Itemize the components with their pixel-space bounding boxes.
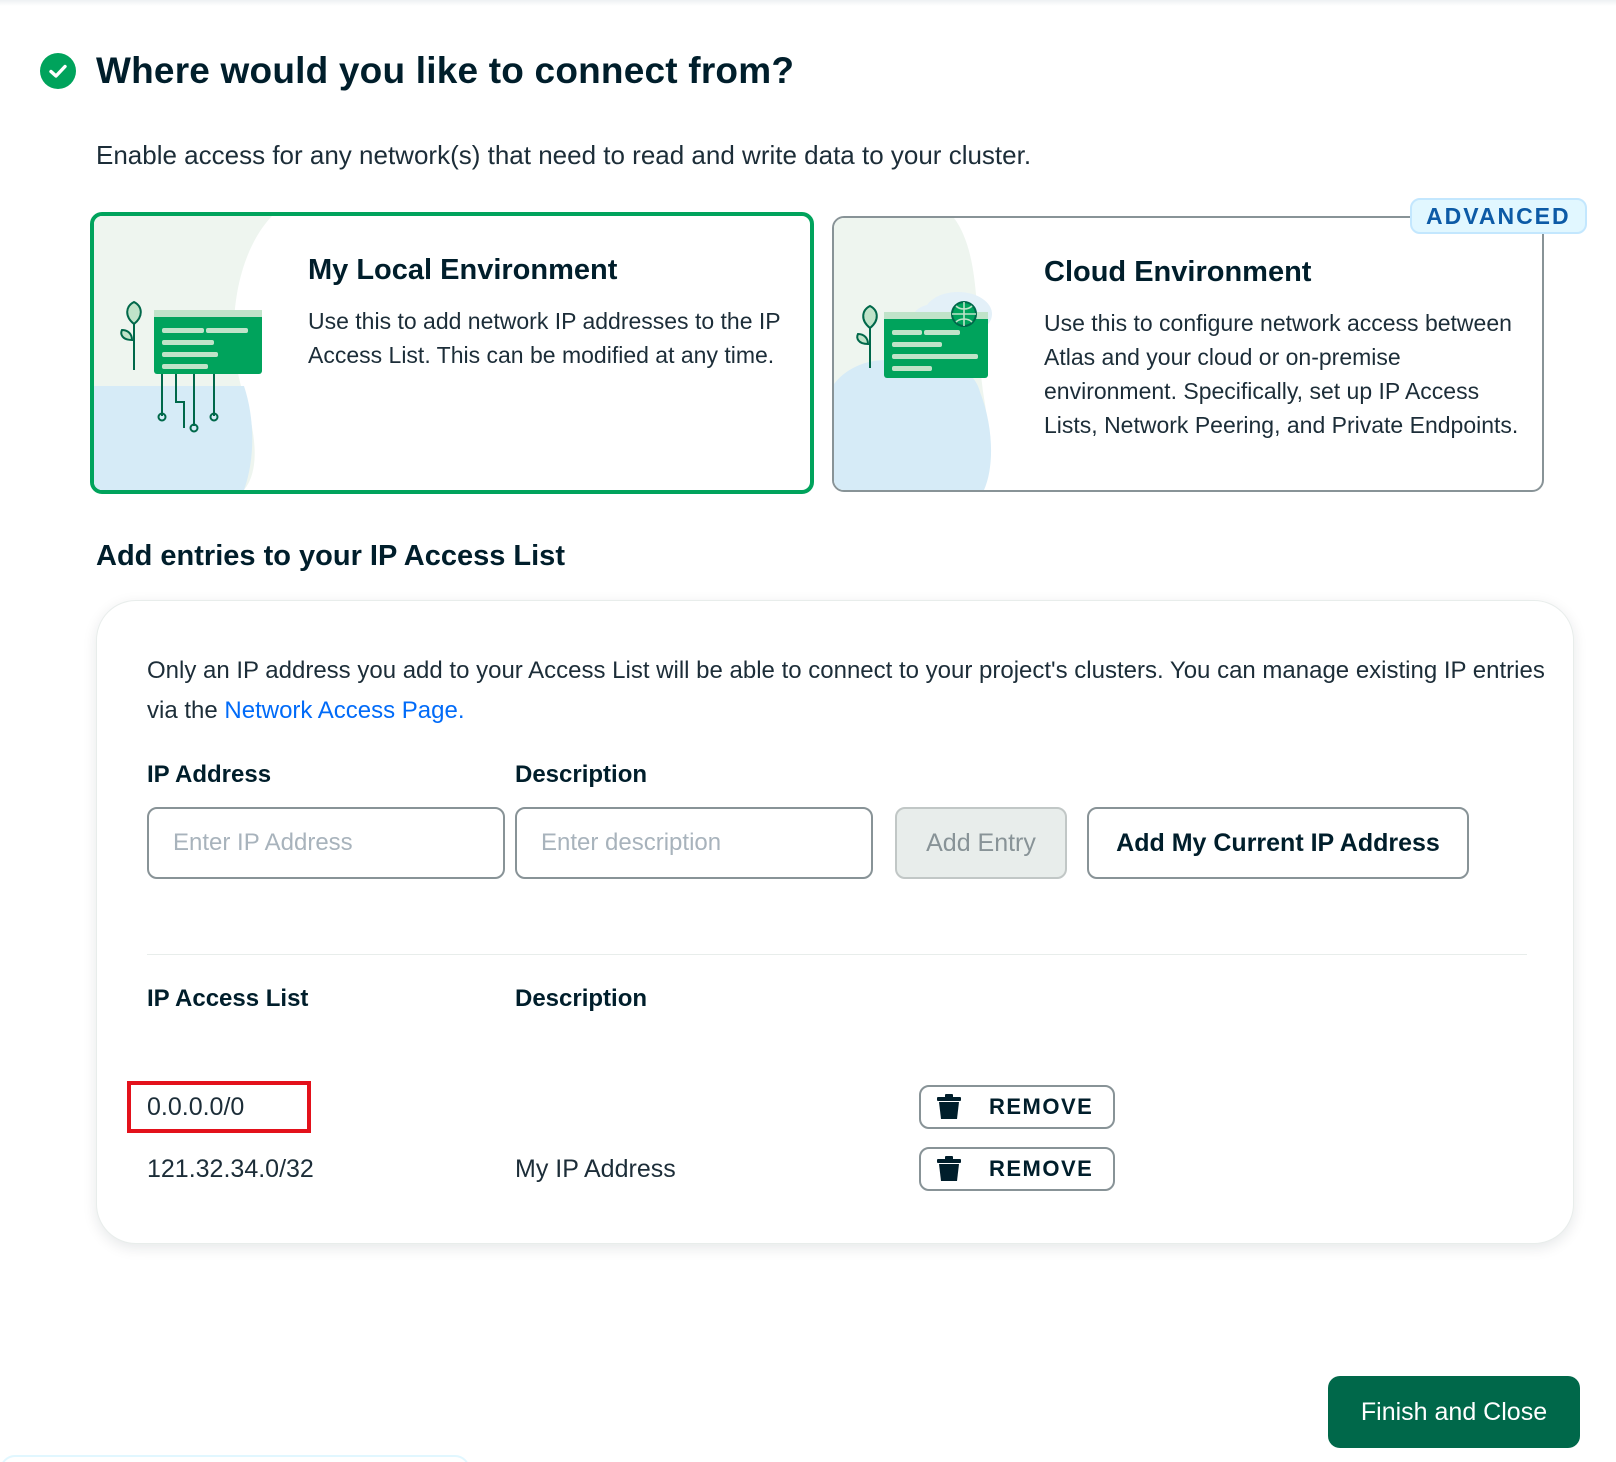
ip-entry-description: My IP Address xyxy=(515,1155,676,1183)
cloud-environment-title: Cloud Environment xyxy=(1044,256,1312,288)
network-access-page-link[interactable]: Network Access Page. xyxy=(224,697,464,724)
trash-icon xyxy=(937,1156,961,1181)
remove-entry-button[interactable]: REMOVE xyxy=(919,1147,1115,1191)
remove-label: REMOVE xyxy=(989,1094,1094,1119)
finish-and-close-button[interactable]: Finish and Close xyxy=(1328,1376,1580,1448)
local-environment-title: My Local Environment xyxy=(308,254,618,286)
bottom-edge-outline xyxy=(0,1455,470,1462)
step-header: Where would you like to connect from? xyxy=(40,50,794,92)
advanced-badge: ADVANCED xyxy=(1410,198,1587,234)
checkmark-circle-icon xyxy=(40,53,76,89)
section-title: Add entries to your IP Access List xyxy=(96,540,565,572)
add-current-ip-button[interactable]: Add My Current IP Address xyxy=(1087,807,1469,879)
section-divider xyxy=(147,954,1527,955)
option-card-local-environment[interactable]: My Local Environment Use this to add net… xyxy=(90,212,814,494)
local-environment-description: Use this to add network IP addresses to … xyxy=(308,308,781,368)
access-list-info: Only an IP address you add to your Acces… xyxy=(147,651,1547,731)
description-input[interactable] xyxy=(515,807,873,879)
add-entry-button[interactable]: Add Entry xyxy=(895,807,1067,879)
ip-address-label: IP Address xyxy=(147,761,272,788)
description-label: Description xyxy=(515,761,648,788)
trash-icon xyxy=(937,1094,961,1119)
top-edge-shadow xyxy=(0,0,1616,6)
remove-entry-button[interactable]: REMOVE xyxy=(919,1085,1115,1129)
column-header-ip-access-list: IP Access List xyxy=(147,985,309,1012)
local-environment-illustration xyxy=(94,216,274,490)
cloud-environment-illustration xyxy=(834,218,1014,490)
ip-entry-value: 0.0.0.0/0 xyxy=(147,1093,245,1121)
ip-entry-value: 121.32.34.0/32 xyxy=(147,1155,314,1183)
ip-access-list-panel: Only an IP address you add to your Acces… xyxy=(96,600,1574,1244)
page-subtitle: Enable access for any network(s) that ne… xyxy=(96,140,1032,170)
ip-address-input[interactable] xyxy=(147,807,505,879)
remove-label: REMOVE xyxy=(989,1156,1094,1181)
page-title: Where would you like to connect from? xyxy=(96,50,795,91)
column-header-description: Description xyxy=(515,985,648,1012)
cloud-environment-description: Use this to configure network access bet… xyxy=(1044,310,1519,438)
option-card-cloud-environment[interactable]: Cloud Environment Use this to configure … xyxy=(832,216,1544,492)
